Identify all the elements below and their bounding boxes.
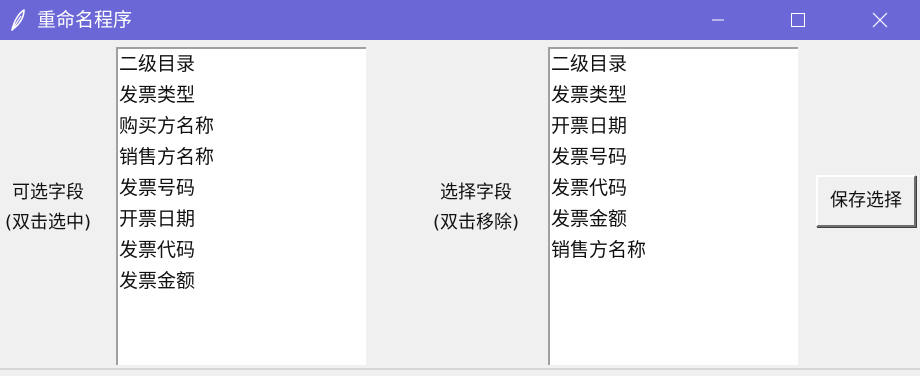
minimize-icon [711,13,725,27]
selected-list-item[interactable]: 发票类型 [550,80,798,111]
selected-list-item[interactable]: 销售方名称 [550,235,798,266]
available-list-item[interactable]: 发票类型 [118,80,366,111]
app-window: 重命名程序 可选字段 (双击选中) 二级目录 发票类型 购买方名称 销售方名称 … [0,0,920,376]
save-selection-button[interactable]: 保存选择 [816,175,916,227]
available-label-line2: (双击选中) [4,212,92,233]
selected-list-item[interactable]: 发票号码 [550,142,798,173]
window-bottom-edge [0,368,920,370]
selected-list-item[interactable]: 开票日期 [550,111,798,142]
minimize-button[interactable] [688,0,748,40]
available-list-item[interactable]: 购买方名称 [118,111,366,142]
available-list-item[interactable]: 二级目录 [118,49,366,80]
maximize-icon [790,12,806,28]
available-fields-listbox[interactable]: 二级目录 发票类型 购买方名称 销售方名称 发票号码 开票日期 发票代码 发票金… [116,47,366,365]
selected-list-item[interactable]: 发票金额 [550,204,798,235]
available-list-item[interactable]: 发票号码 [118,173,366,204]
maximize-button[interactable] [768,0,828,40]
available-list-item[interactable]: 销售方名称 [118,142,366,173]
available-label-line1: 可选字段 [12,182,84,203]
selected-list-item[interactable]: 二级目录 [550,49,798,80]
selected-label-line2: (双击移除) [432,212,520,233]
selected-fields-listbox[interactable]: 二级目录 发票类型 开票日期 发票号码 发票代码 发票金额 销售方名称 [548,47,798,365]
close-button[interactable] [850,0,910,40]
feather-icon [9,8,27,32]
selected-list-item[interactable]: 发票代码 [550,173,798,204]
available-list-item[interactable]: 开票日期 [118,204,366,235]
title-bar[interactable]: 重命名程序 [0,0,920,40]
available-list-item[interactable]: 发票代码 [118,235,366,266]
available-list-item[interactable]: 发票金额 [118,266,366,297]
close-icon [872,12,888,28]
available-fields-label: 可选字段 (双击选中) [0,178,100,238]
selected-fields-label: 选择字段 (双击移除) [418,178,534,238]
window-title: 重命名程序 [37,9,133,31]
selected-label-line1: 选择字段 [440,182,512,203]
